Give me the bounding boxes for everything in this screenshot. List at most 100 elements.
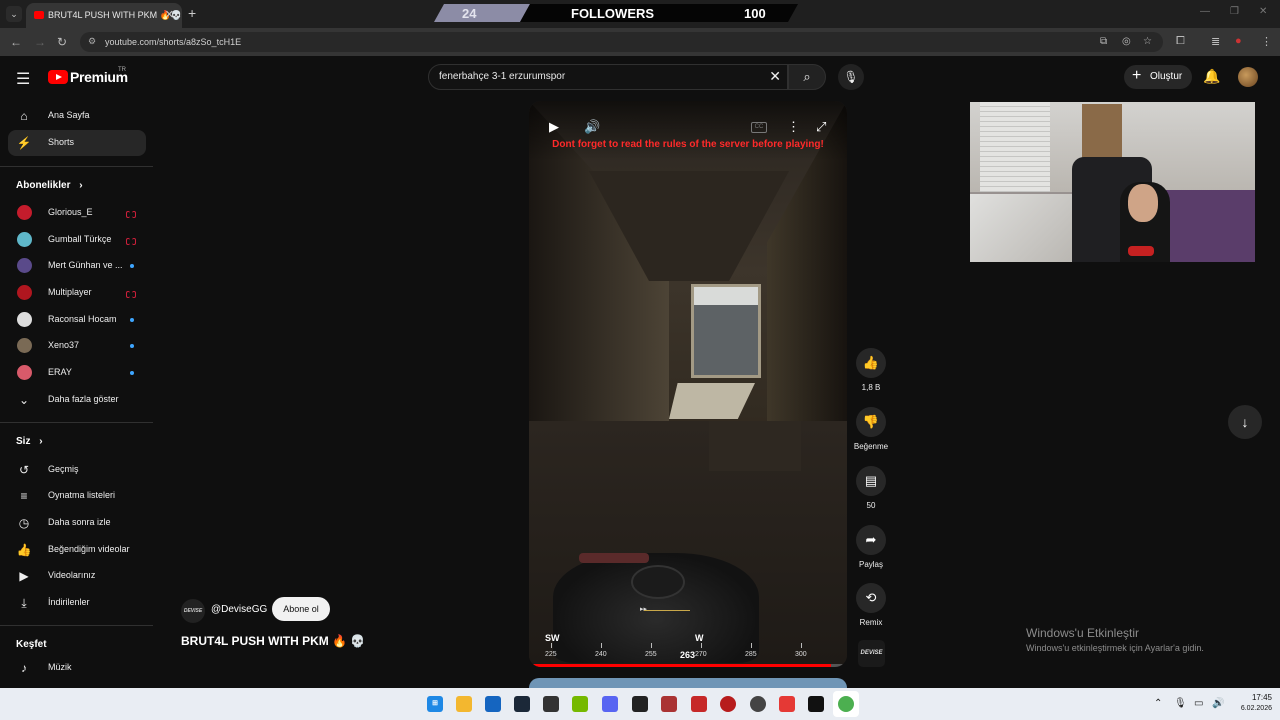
reload-icon[interactable]: ↻	[57, 35, 67, 49]
volume-icon[interactable]: 🔊	[584, 119, 600, 135]
minimize-icon[interactable]: —	[1200, 6, 1210, 17]
browser-tab-active[interactable]: BRUT4L PUSH WITH PKM 🔥💀 ✕	[26, 3, 182, 28]
remix-button[interactable]: ⟲ Remix	[853, 583, 889, 627]
extensions-icon[interactable]: ⧠	[1176, 35, 1185, 48]
comments-button[interactable]: ▤ 50	[853, 466, 889, 510]
close-tab-icon[interactable]: ✕	[165, 8, 174, 21]
steam-icon[interactable]	[514, 696, 530, 712]
subscription-item[interactable]: ERAY	[8, 360, 146, 386]
clear-search-icon[interactable]: ✕	[769, 68, 781, 85]
address-bar[interactable]: ⚙ youtube.com/shorts/a8zSo_tcH1E ⧉ ◎ ☆	[80, 32, 1163, 52]
account-avatar[interactable]	[1238, 67, 1258, 87]
share-button[interactable]: ➦ Paylaş	[853, 525, 889, 569]
dislike-button[interactable]: 👎 Beğenme	[853, 407, 889, 451]
live-indicator-icon	[126, 238, 136, 245]
subscription-item[interactable]: Gumball Türkçe	[8, 227, 146, 253]
start-menu-icon[interactable]: ⊞	[427, 696, 443, 712]
followers-left-panel	[434, 4, 530, 22]
tray-mic-icon[interactable]: 🎙	[1174, 698, 1187, 709]
create-button[interactable]: + Oluştur	[1124, 65, 1192, 89]
you-heading[interactable]: Siz ›	[16, 436, 43, 447]
sidebar-item-label: Daha sonra izle	[48, 517, 111, 527]
voice-search-button[interactable]: 🎙	[838, 64, 864, 90]
game-launcher-icon[interactable]	[661, 696, 677, 712]
sidebar-item-shorts[interactable]: ⚡ Shorts	[8, 130, 146, 156]
record-icon[interactable]	[720, 696, 736, 712]
browser-menu-icon[interactable]: ⋮	[1261, 35, 1272, 48]
search-button[interactable]: ⌕	[788, 64, 826, 90]
shorts-icon: ⚡	[16, 136, 32, 150]
search-input[interactable]: fenerbahçe 3-1 erzurumspor	[439, 71, 565, 82]
menu-icon[interactable]: ☰	[16, 69, 30, 89]
more-options-icon[interactable]: ⋮	[787, 119, 800, 135]
sidebar-item-liked-videos[interactable]: 👍 Beğendiğim videolar	[8, 537, 146, 563]
history-icon: ↺	[18, 463, 30, 477]
store-icon[interactable]	[485, 696, 501, 712]
captions-icon[interactable]: CC	[751, 122, 767, 133]
taskbar-clock[interactable]: 17:45 6.02.2026	[1232, 693, 1272, 712]
site-info-icon[interactable]: ⚙	[88, 36, 96, 47]
play-icon[interactable]: ▶	[549, 119, 559, 135]
obs-icon[interactable]	[750, 696, 766, 712]
new-content-dot-icon	[130, 318, 134, 322]
sixty-four-icon[interactable]	[691, 696, 707, 712]
restore-icon[interactable]: ❐	[1230, 6, 1239, 17]
subscription-item[interactable]: Mert Günhan ve ...	[8, 253, 146, 279]
notifications-bell-icon[interactable]: 🔔	[1203, 68, 1220, 85]
channel-avatar	[17, 338, 32, 353]
capcut-icon[interactable]	[808, 696, 824, 712]
show-more-button[interactable]: ⌄ Daha fazla göster	[8, 387, 146, 413]
sidebar-item-label: Shorts	[48, 137, 75, 147]
sidebar-item-music[interactable]: ♪ Müzik	[8, 655, 146, 681]
forward-icon[interactable]: →	[34, 35, 46, 49]
sidebar-item-history[interactable]: ↺ Geçmiş	[8, 457, 146, 483]
subscriptions-heading[interactable]: Abonelikler ›	[16, 180, 83, 191]
video-title: BRUT4L PUSH WITH PKM 🔥 💀	[181, 634, 366, 648]
subscribe-button[interactable]: Abone ol	[272, 597, 330, 621]
sidebar-item-home[interactable]: ⌂ Ana Sayfa	[8, 103, 146, 129]
sidebar-item-your-videos[interactable]: ▶ Videolarınız	[8, 563, 146, 589]
epic-games-icon[interactable]	[632, 696, 648, 712]
plus-icon: +	[1132, 67, 1142, 84]
subscription-item[interactable]: Raconsal Hocam	[8, 307, 146, 333]
explore-heading: Keşfet	[16, 639, 47, 650]
compass-tick	[701, 643, 702, 648]
eye-off-icon[interactable]: ◎	[1122, 36, 1131, 47]
subscription-item[interactable]: Multiplayer	[8, 280, 146, 306]
back-icon[interactable]: ←	[10, 35, 22, 49]
subscription-item[interactable]: Xeno37	[8, 333, 146, 359]
tray-overflow-icon[interactable]: ⌃	[1154, 698, 1162, 709]
search-box[interactable]: fenerbahçe 3-1 erzurumspor ✕	[428, 64, 788, 90]
sidebar-item-watch-later[interactable]: ◷ Daha sonra izle	[8, 510, 146, 536]
file-explorer-icon[interactable]	[456, 696, 472, 712]
followers-current: 24	[462, 6, 477, 21]
video-progress-bar[interactable]	[533, 664, 843, 667]
new-tab-icon[interactable]: +	[188, 5, 196, 21]
discord-icon[interactable]	[602, 696, 618, 712]
warning-app-icon[interactable]	[779, 696, 795, 712]
chrome-icon[interactable]	[838, 696, 854, 712]
compass-degree: 255	[645, 651, 657, 658]
channel-logo-tile[interactable]: DEVISE	[858, 640, 885, 667]
tray-monitor-icon[interactable]: ▭	[1194, 698, 1203, 709]
tab-search-chevron-icon[interactable]: ⌄	[6, 6, 22, 22]
nvidia-icon[interactable]	[572, 696, 588, 712]
inkscape-icon[interactable]	[543, 696, 559, 712]
fullscreen-icon[interactable]: ⤢	[816, 119, 826, 135]
shorts-video-player[interactable]: ▸▸ ▶ 🔊 CC ⋮ ⤢ Dont forget to read the ru…	[529, 101, 847, 667]
compass-direction: W	[695, 633, 704, 643]
cast-icon[interactable]: ⧉	[1100, 36, 1107, 47]
compass-tick	[651, 643, 652, 648]
sidebar-item-downloads[interactable]: ⤓ İndirilenler	[8, 590, 146, 616]
sidebar-item-playlists[interactable]: ≡ Oynatma listeleri	[8, 483, 146, 509]
tray-volume-icon[interactable]: 🔊	[1212, 698, 1224, 709]
profile-icon[interactable]: ●	[1235, 35, 1242, 47]
next-video-button[interactable]: ↓	[1228, 405, 1262, 439]
close-window-icon[interactable]: ✕	[1259, 6, 1267, 17]
channel-handle[interactable]: @DeviseGG	[211, 604, 267, 615]
channel-avatar[interactable]: DEVISE	[181, 599, 205, 623]
like-button[interactable]: 👍 1,8 B	[853, 348, 889, 392]
subscription-item[interactable]: Glorious_E	[8, 200, 146, 226]
reading-list-icon[interactable]: ≣	[1211, 35, 1220, 48]
bookmark-star-icon[interactable]: ☆	[1143, 36, 1152, 47]
